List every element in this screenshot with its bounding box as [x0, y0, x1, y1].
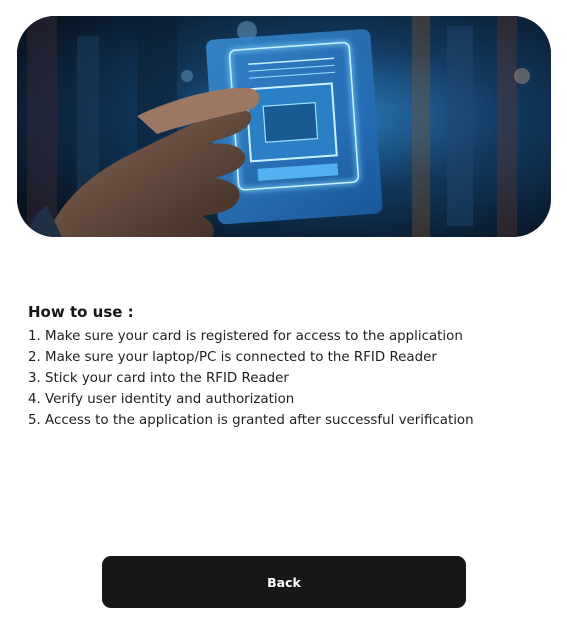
instruction-step: 2. Make sure your laptop/PC is connected…: [28, 350, 437, 365]
instructions-heading: How to use :: [28, 303, 134, 321]
instructions-section: How to use : 1. Make sure your card is r…: [28, 303, 548, 431]
instruction-step: 1. Make sure your card is registered for…: [28, 329, 463, 344]
back-button[interactable]: Back: [102, 556, 466, 608]
instruction-step: 5. Access to the application is granted …: [28, 413, 474, 428]
rfid-card-illustration: [17, 16, 551, 237]
hero-image: [17, 16, 551, 237]
instruction-step: 3. Stick your card into the RFID Reader: [28, 371, 289, 386]
instructions-list: 1. Make sure your card is registered for…: [28, 326, 548, 431]
instruction-step: 4. Verify user identity and authorizatio…: [28, 392, 295, 407]
